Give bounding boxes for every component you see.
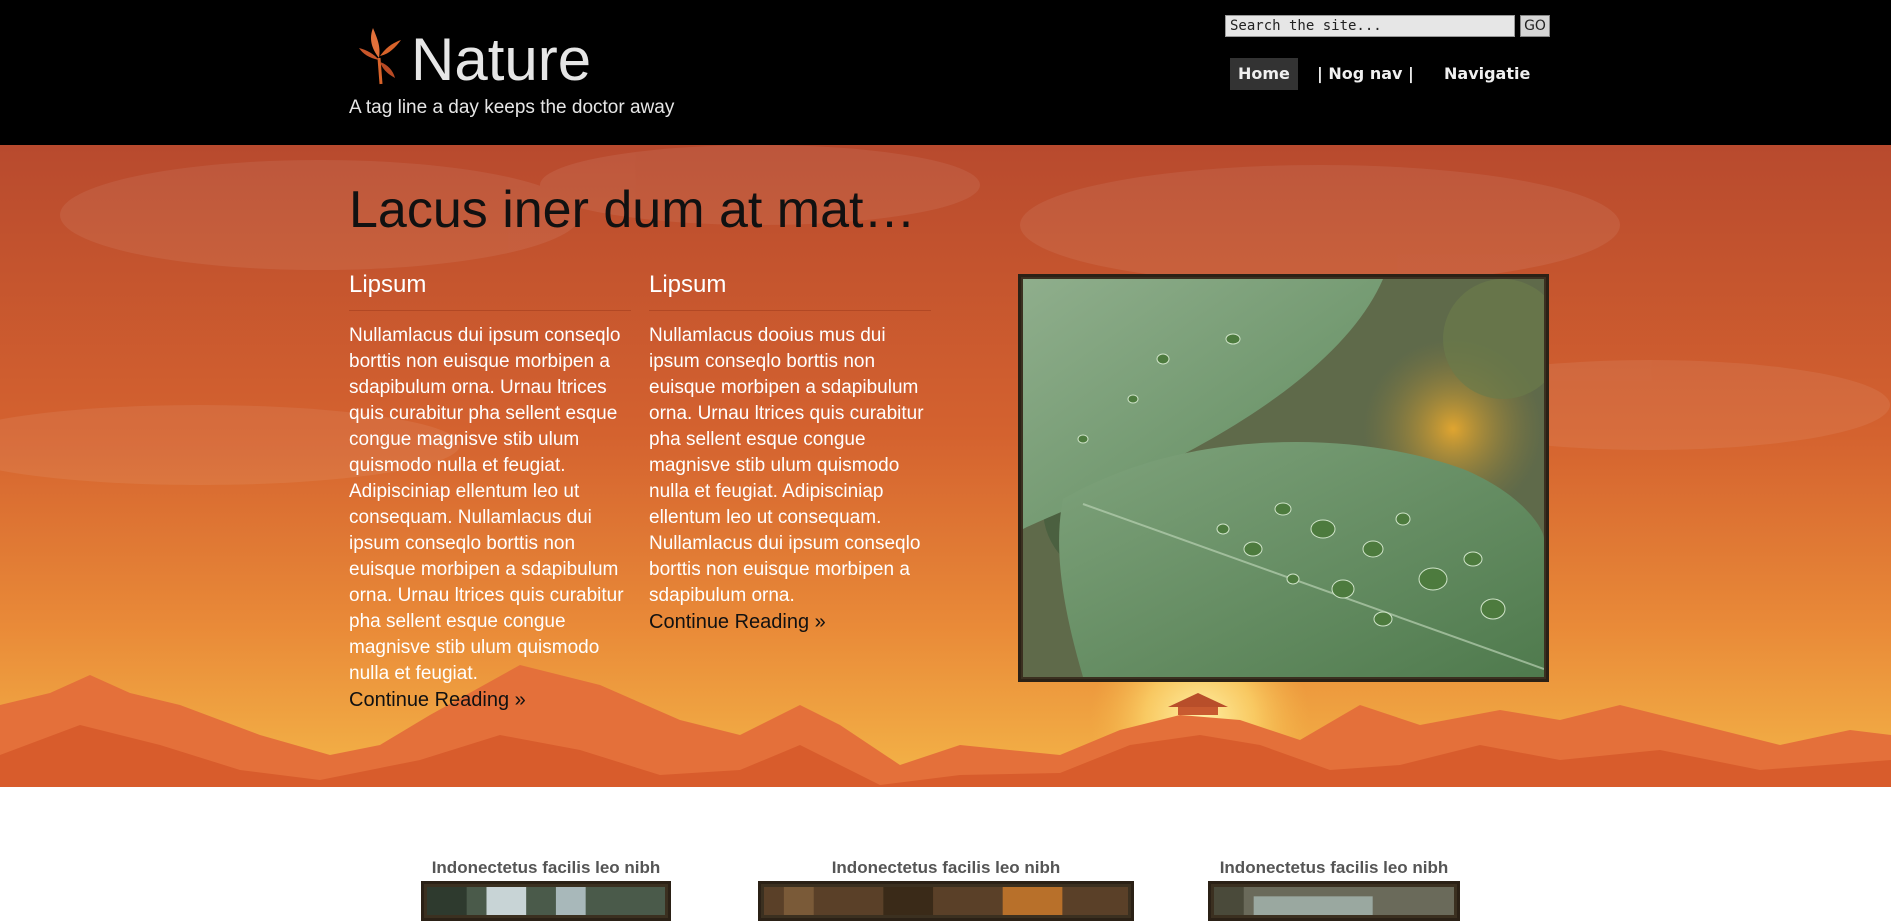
thumbnail-title[interactable]: Indonectetus facilis leo nibh: [1220, 858, 1449, 878]
continue-reading-link[interactable]: Continue Reading »: [349, 687, 631, 713]
site-title[interactable]: Nature: [411, 28, 591, 92]
leaf-with-water-drops-photo: [1023, 279, 1544, 677]
continue-reading-link[interactable]: Continue Reading »: [649, 609, 931, 635]
tree-bark-photo: [764, 887, 1128, 915]
site-header: Nature A tag line a day keeps the doctor…: [0, 0, 1891, 145]
thumbnail-title[interactable]: Indonectetus facilis leo nibh: [432, 858, 661, 878]
hero-heading: Lacus iner dum at mat…: [349, 181, 916, 239]
thumbnail-frame[interactable]: [421, 881, 671, 921]
column-title: Lipsum: [349, 270, 631, 311]
site-tagline: A tag line a day keeps the doctor away: [349, 97, 675, 118]
search-go-button[interactable]: GO: [1520, 15, 1550, 37]
river-photo: [1214, 887, 1454, 915]
nav-item-nog-nav[interactable]: | Nog nav |: [1317, 58, 1414, 90]
hero-banner: Lacus iner dum at mat… Lipsum Nullamlacu…: [0, 145, 1891, 787]
featured-image-frame: [1018, 274, 1549, 682]
thumbnail-title[interactable]: Indonectetus facilis leo nibh: [832, 858, 1061, 878]
search-input[interactable]: [1225, 15, 1515, 37]
thumbnail-frame[interactable]: [1208, 881, 1460, 921]
waterfall-photo: [427, 887, 665, 915]
thumbnail-frame[interactable]: [758, 881, 1134, 921]
nav-item-navigatie[interactable]: Navigatie: [1444, 58, 1530, 90]
column-title: Lipsum: [649, 270, 931, 311]
hero-column-1: Lipsum Nullamlacus dui ipsum conseqlo bo…: [349, 270, 631, 713]
nav-item-home[interactable]: Home: [1230, 58, 1298, 90]
column-text: Nullamlacus dooius mus dui ipsum conseql…: [649, 325, 924, 606]
sunset-mountains-background: [0, 145, 1891, 787]
hero-column-2: Lipsum Nullamlacus dooius mus dui ipsum …: [649, 270, 931, 635]
column-text: Nullamlacus dui ipsum conseqlo borttis n…: [349, 325, 624, 684]
leaf-logo-icon[interactable]: [357, 24, 403, 86]
